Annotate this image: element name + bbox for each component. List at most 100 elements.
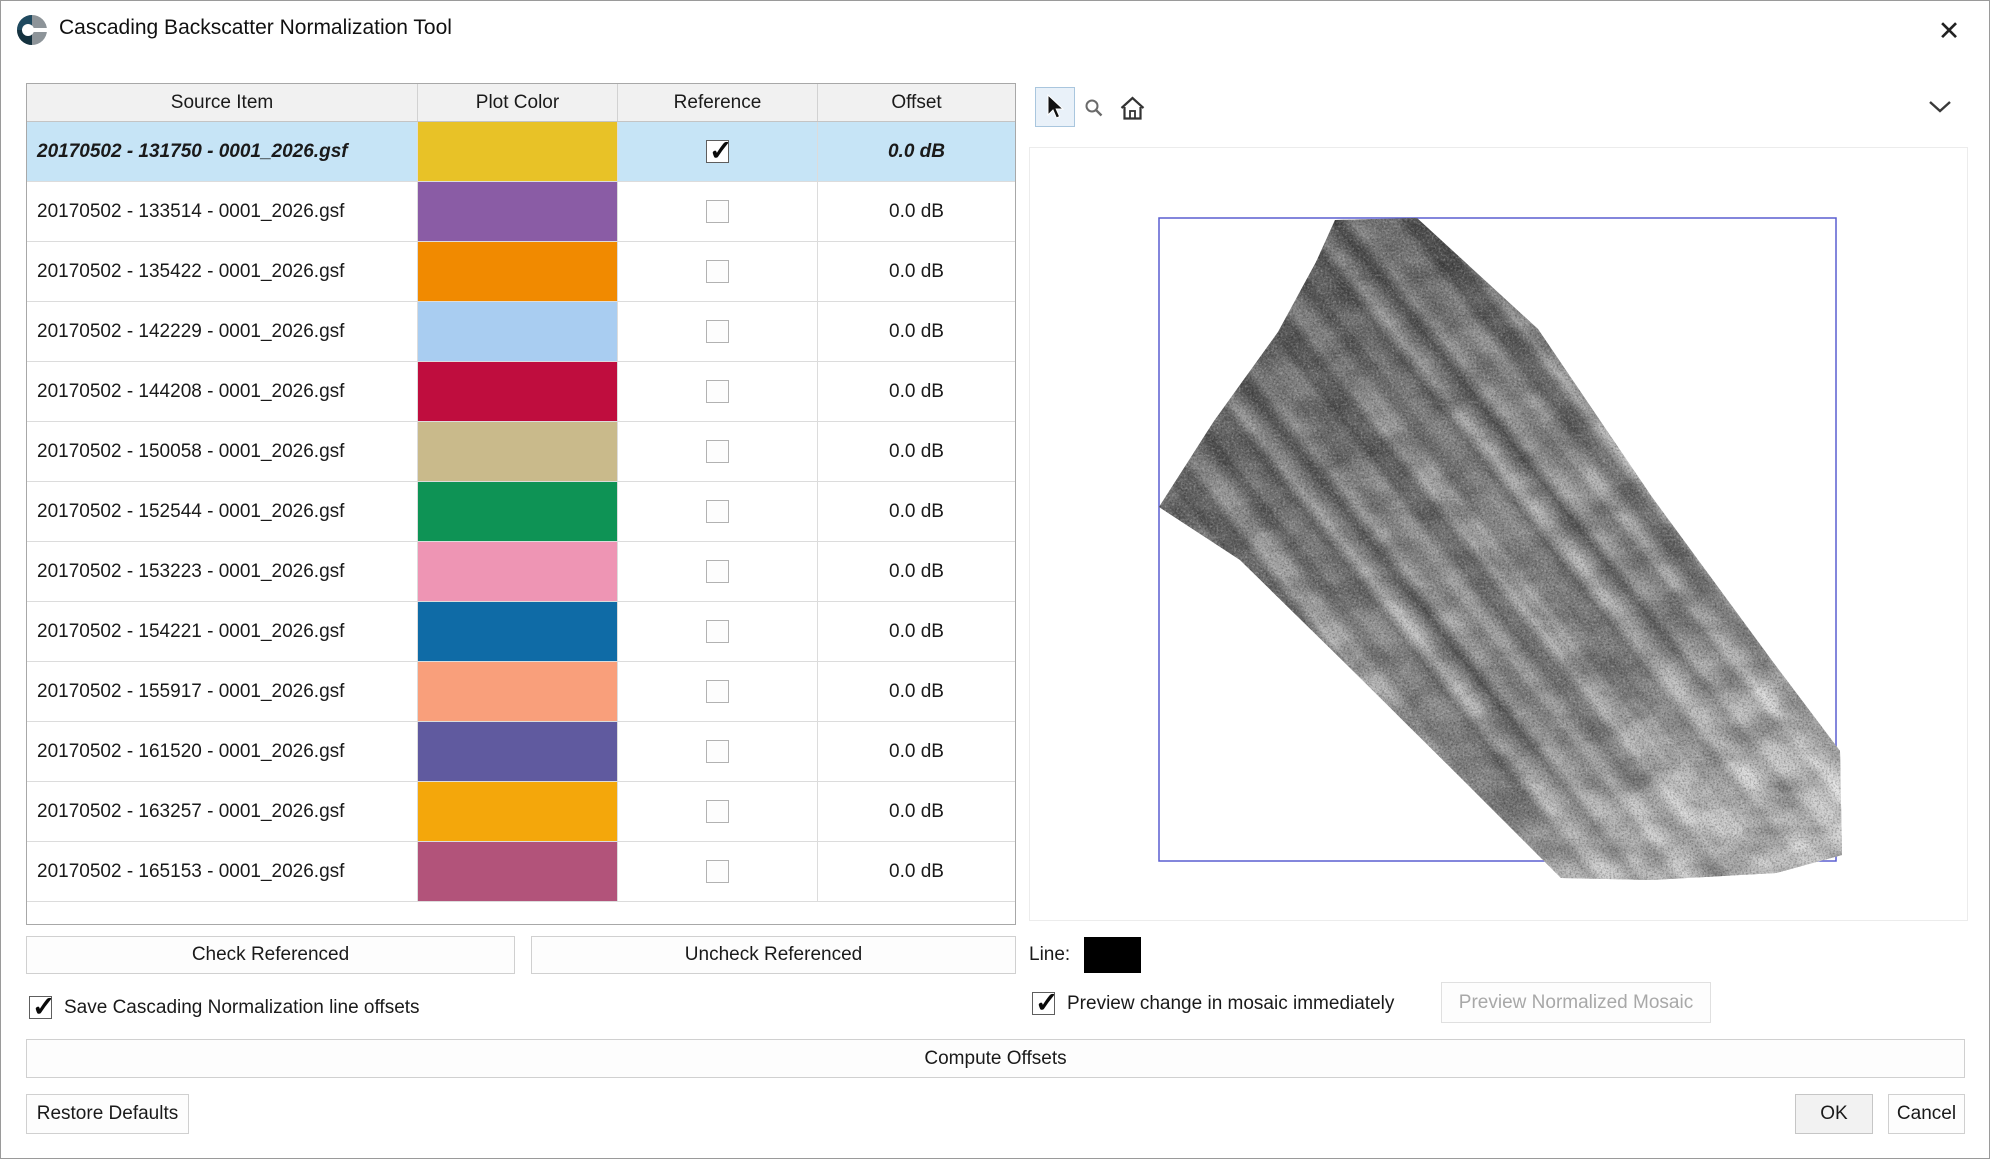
col-header-reference: Reference — [618, 84, 818, 121]
reference-checkbox[interactable] — [706, 680, 729, 703]
reference-checkbox[interactable] — [706, 140, 729, 163]
reference-checkbox[interactable] — [706, 200, 729, 223]
reference-checkbox[interactable] — [706, 800, 729, 823]
table-row[interactable]: 20170502 - 153223 - 0001_2026.gsf 0.0 dB — [27, 542, 1015, 602]
table-row[interactable]: 20170502 - 155917 - 0001_2026.gsf 0.0 dB — [27, 662, 1015, 722]
reference-cell — [618, 242, 818, 301]
offset-cell[interactable]: 0.0 dB — [818, 242, 1015, 301]
table-row[interactable]: 20170502 - 161520 - 0001_2026.gsf 0.0 dB — [27, 722, 1015, 782]
offset-cell[interactable]: 0.0 dB — [818, 722, 1015, 781]
plot-color-swatch[interactable] — [418, 842, 617, 901]
source-item-cell: 20170502 - 142229 - 0001_2026.gsf — [27, 302, 418, 361]
reference-checkbox[interactable] — [706, 740, 729, 763]
reference-checkbox[interactable] — [706, 440, 729, 463]
plot-color-cell[interactable] — [418, 182, 618, 241]
save-offsets-checkbox[interactable] — [29, 996, 52, 1019]
plot-color-cell[interactable] — [418, 422, 618, 481]
table-body: 20170502 - 131750 - 0001_2026.gsf 0.0 dB… — [27, 122, 1015, 902]
plot-color-cell[interactable] — [418, 782, 618, 841]
table-row[interactable]: 20170502 - 144208 - 0001_2026.gsf 0.0 dB — [27, 362, 1015, 422]
table-row[interactable]: 20170502 - 135422 - 0001_2026.gsf 0.0 dB — [27, 242, 1015, 302]
offset-cell[interactable]: 0.0 dB — [818, 782, 1015, 841]
mosaic-preview-canvas[interactable] — [1029, 147, 1968, 921]
offset-cell[interactable]: 0.0 dB — [818, 842, 1015, 901]
plot-color-swatch[interactable] — [418, 362, 617, 421]
zoom-tool-button[interactable] — [1079, 93, 1109, 123]
home-icon — [1119, 95, 1146, 122]
reference-checkbox[interactable] — [706, 860, 729, 883]
titlebar: Cascading Backscatter Normalization Tool… — [1, 1, 1989, 59]
home-tool-button[interactable] — [1115, 91, 1149, 125]
plot-color-swatch[interactable] — [418, 542, 617, 601]
reference-checkbox[interactable] — [706, 620, 729, 643]
chevron-down-icon[interactable] — [1925, 95, 1955, 119]
plot-color-swatch[interactable] — [418, 662, 617, 721]
preview-immediately-checkbox[interactable] — [1032, 992, 1055, 1015]
table-row[interactable]: 20170502 - 150058 - 0001_2026.gsf 0.0 dB — [27, 422, 1015, 482]
offset-cell[interactable]: 0.0 dB — [818, 602, 1015, 661]
reference-cell — [618, 362, 818, 421]
plot-color-swatch[interactable] — [418, 122, 617, 181]
plot-color-cell[interactable] — [418, 722, 618, 781]
source-item-cell: 20170502 - 131750 - 0001_2026.gsf — [27, 122, 418, 181]
plot-color-swatch[interactable] — [418, 782, 617, 841]
table-row[interactable]: 20170502 - 142229 - 0001_2026.gsf 0.0 dB — [27, 302, 1015, 362]
table-row[interactable]: 20170502 - 154221 - 0001_2026.gsf 0.0 dB — [27, 602, 1015, 662]
col-header-plot-color: Plot Color — [418, 84, 618, 121]
plot-color-swatch[interactable] — [418, 602, 617, 661]
reference-checkbox[interactable] — [706, 500, 729, 523]
source-item-cell: 20170502 - 153223 - 0001_2026.gsf — [27, 542, 418, 601]
table-row[interactable]: 20170502 - 163257 - 0001_2026.gsf 0.0 dB — [27, 782, 1015, 842]
reference-checkbox[interactable] — [706, 560, 729, 583]
plot-color-cell[interactable] — [418, 242, 618, 301]
plot-color-cell[interactable] — [418, 302, 618, 361]
pointer-tool-button[interactable] — [1035, 87, 1075, 127]
source-item-cell: 20170502 - 155917 - 0001_2026.gsf — [27, 662, 418, 721]
reference-checkbox[interactable] — [706, 380, 729, 403]
table-header: Source Item Plot Color Reference Offset — [27, 84, 1015, 122]
restore-defaults-button[interactable]: Restore Defaults — [26, 1094, 189, 1134]
plot-color-cell[interactable] — [418, 842, 618, 901]
offset-cell[interactable]: 0.0 dB — [818, 122, 1015, 181]
offset-cell[interactable]: 0.0 dB — [818, 302, 1015, 361]
offset-cell[interactable]: 0.0 dB — [818, 422, 1015, 481]
compute-offsets-button[interactable]: Compute Offsets — [26, 1039, 1965, 1078]
plot-color-swatch[interactable] — [418, 422, 617, 481]
reference-checkbox[interactable] — [706, 320, 729, 343]
offset-cell[interactable]: 0.0 dB — [818, 542, 1015, 601]
source-item-cell: 20170502 - 133514 - 0001_2026.gsf — [27, 182, 418, 241]
table-row[interactable]: 20170502 - 152544 - 0001_2026.gsf 0.0 dB — [27, 482, 1015, 542]
table-row[interactable]: 20170502 - 133514 - 0001_2026.gsf 0.0 dB — [27, 182, 1015, 242]
reference-cell — [618, 302, 818, 361]
cursor-icon — [1044, 94, 1066, 120]
offset-cell[interactable]: 0.0 dB — [818, 362, 1015, 421]
plot-color-cell[interactable] — [418, 602, 618, 661]
close-icon[interactable]: ✕ — [1931, 13, 1967, 49]
line-color-swatch[interactable] — [1084, 937, 1141, 973]
plot-color-swatch[interactable] — [418, 722, 617, 781]
offset-cell[interactable]: 0.0 dB — [818, 482, 1015, 541]
plot-color-swatch[interactable] — [418, 242, 617, 301]
plot-color-swatch[interactable] — [418, 482, 617, 541]
cancel-button[interactable]: Cancel — [1888, 1094, 1965, 1134]
plot-color-cell[interactable] — [418, 482, 618, 541]
plot-color-cell[interactable] — [418, 542, 618, 601]
offset-cell[interactable]: 0.0 dB — [818, 182, 1015, 241]
check-referenced-button[interactable]: Check Referenced — [26, 936, 515, 974]
uncheck-referenced-button[interactable]: Uncheck Referenced — [531, 936, 1016, 974]
source-item-cell: 20170502 - 152544 - 0001_2026.gsf — [27, 482, 418, 541]
source-item-cell: 20170502 - 144208 - 0001_2026.gsf — [27, 362, 418, 421]
plot-color-cell[interactable] — [418, 122, 618, 181]
col-header-offset: Offset — [818, 84, 1015, 121]
plot-color-cell[interactable] — [418, 362, 618, 421]
reference-cell — [618, 422, 818, 481]
plot-color-swatch[interactable] — [418, 182, 617, 241]
table-row[interactable]: 20170502 - 131750 - 0001_2026.gsf 0.0 dB — [27, 122, 1015, 182]
plot-color-swatch[interactable] — [418, 302, 617, 361]
ok-button[interactable]: OK — [1795, 1094, 1873, 1134]
plot-color-cell[interactable] — [418, 662, 618, 721]
reference-checkbox[interactable] — [706, 260, 729, 283]
reference-cell — [618, 722, 818, 781]
offset-cell[interactable]: 0.0 dB — [818, 662, 1015, 721]
table-row[interactable]: 20170502 - 165153 - 0001_2026.gsf 0.0 dB — [27, 842, 1015, 902]
